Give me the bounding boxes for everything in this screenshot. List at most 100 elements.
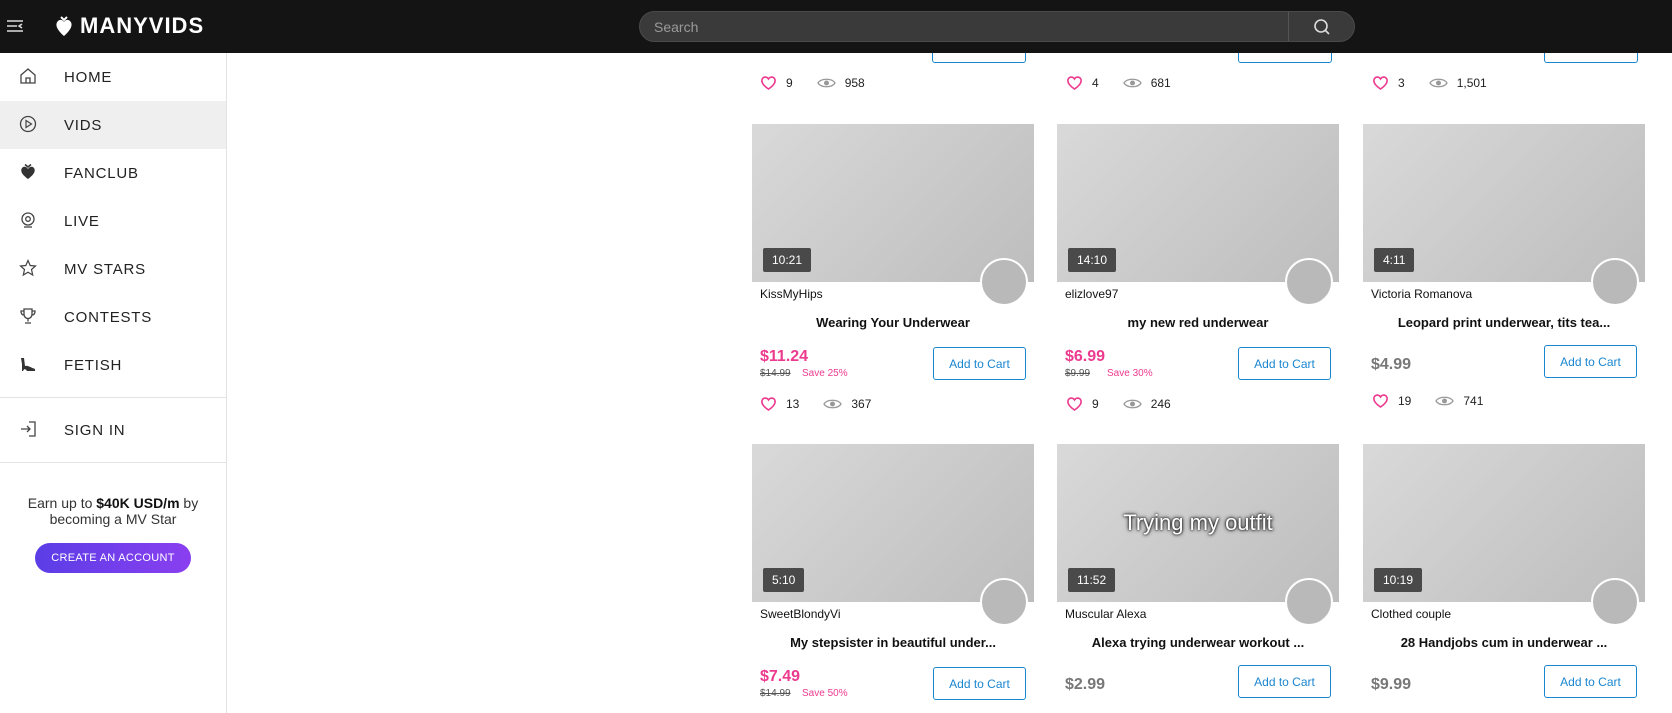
view-count: 367 — [851, 396, 872, 411]
sale-price: $7.49 — [760, 668, 801, 685]
heart-icon[interactable] — [1066, 396, 1083, 411]
heart-icon[interactable] — [760, 396, 777, 411]
promo-amount: $40K USD/m — [96, 495, 180, 511]
sidebar-item-home[interactable]: HOME — [0, 53, 226, 101]
price: $9.99 — [1371, 676, 1412, 693]
add-to-cart-button[interactable]: Add to Cart — [933, 667, 1026, 700]
video-duration: 10:21 — [763, 248, 812, 272]
search-icon — [1313, 18, 1330, 35]
video-card[interactable]: 10:21 KissMyHips Wearing Your Underwear … — [752, 124, 1034, 411]
video-title[interactable]: Leopard print underwear, tits tea... — [1363, 315, 1645, 330]
video-thumbnail[interactable]: Trying my outfit 11:52 — [1057, 444, 1339, 602]
video-thumbnail[interactable]: 10:19 — [1363, 444, 1645, 602]
fanclub-heart-icon — [21, 163, 35, 179]
video-title[interactable]: my new red underwear — [1057, 315, 1339, 330]
video-title[interactable]: Alexa trying underwear workout ... — [1057, 635, 1339, 650]
sidebar-divider — [0, 397, 226, 398]
add-to-cart-button[interactable]: Add to Cart — [1238, 347, 1331, 380]
video-duration: 5:10 — [763, 568, 805, 592]
heart-icon[interactable] — [760, 75, 777, 90]
sidebar-item-live[interactable]: LIVE — [0, 197, 226, 245]
like-count: 3 — [1398, 75, 1405, 90]
video-title[interactable]: Wearing Your Underwear — [752, 315, 1034, 330]
sidebar-item-label: CONTESTS — [64, 308, 153, 326]
creator-avatar[interactable] — [980, 258, 1028, 306]
video-card[interactable]: Trying my outfit 11:52 Muscular Alexa Al… — [1057, 444, 1339, 698]
video-title[interactable]: My stepsister in beautiful under... — [752, 635, 1034, 650]
top-bar: MANYVIDS — [0, 0, 1672, 53]
sidebar-item-label: HOME — [64, 68, 113, 86]
like-count: 13 — [786, 396, 800, 411]
sidebar-item-label: VIDS — [64, 116, 103, 134]
heart-icon[interactable] — [1372, 393, 1389, 408]
brand-name: MANYVIDS — [80, 13, 205, 38]
like-count: 9 — [786, 75, 793, 90]
heart-icon[interactable] — [1066, 75, 1083, 90]
add-to-cart-button-partial[interactable] — [1238, 53, 1332, 63]
eye-icon — [816, 78, 836, 87]
sidebar-item-mv-stars[interactable]: MV STARS — [0, 245, 226, 293]
add-to-cart-button[interactable]: Add to Cart — [933, 347, 1026, 380]
video-duration: 11:52 — [1068, 568, 1116, 592]
creator-name[interactable]: Clothed couple — [1371, 607, 1451, 621]
logo-mark-icon — [56, 16, 72, 36]
creator-avatar[interactable] — [1285, 578, 1333, 626]
video-thumbnail[interactable]: 14:10 — [1057, 124, 1339, 282]
creator-avatar[interactable] — [1591, 578, 1639, 626]
video-title[interactable]: 28 Handjobs cum in underwear ... — [1363, 635, 1645, 650]
sidebar-item-fetish[interactable]: FETISH — [0, 341, 226, 389]
eye-icon — [1122, 78, 1142, 87]
home-icon — [20, 68, 36, 84]
add-to-cart-button-partial[interactable] — [932, 53, 1026, 63]
video-duration: 4:11 — [1374, 248, 1415, 272]
eye-icon — [1122, 399, 1142, 408]
creator-name[interactable]: elizlove97 — [1065, 287, 1118, 301]
discount-label: Save 25% — [802, 368, 848, 379]
eye-icon — [1435, 396, 1455, 405]
creator-avatar[interactable] — [1285, 258, 1333, 306]
creator-promo: Earn up to $40K USD/m by becoming a MV S… — [0, 471, 226, 573]
video-thumbnail[interactable]: 5:10 — [752, 444, 1034, 602]
thumbnail-caption: Trying my outfit — [1123, 510, 1273, 535]
video-thumbnail[interactable]: 10:21 — [752, 124, 1034, 282]
video-card[interactable]: 14:10 elizlove97 my new red underwear $6… — [1057, 124, 1339, 411]
create-account-button[interactable]: CREATE AN ACCOUNT — [35, 543, 191, 573]
video-stats: 19 741 — [1372, 393, 1483, 408]
search-button[interactable] — [1288, 12, 1354, 41]
price: $4.99 — [1371, 356, 1412, 373]
sidebar-item-label: LIVE — [64, 212, 100, 230]
like-count: 19 — [1398, 393, 1412, 408]
video-card[interactable]: 10:19 Clothed couple 28 Handjobs cum in … — [1363, 444, 1645, 698]
creator-name[interactable]: Victoria Romanova — [1371, 287, 1472, 301]
add-to-cart-button[interactable]: Add to Cart — [1544, 665, 1637, 698]
price: $2.99 — [1065, 676, 1106, 693]
sidebar-item-contests[interactable]: CONTESTS — [0, 293, 226, 341]
video-stats: 4 681 — [1066, 75, 1171, 90]
add-to-cart-button[interactable]: Add to Cart — [1544, 345, 1637, 378]
sidebar-item-label: MV STARS — [64, 260, 146, 278]
creator-avatar[interactable] — [980, 578, 1028, 626]
view-count: 741 — [1463, 393, 1484, 408]
sign-in-button[interactable]: SIGN IN — [0, 406, 226, 454]
heart-icon[interactable] — [1372, 75, 1389, 90]
view-count: 958 — [844, 75, 865, 90]
trophy-icon — [20, 308, 36, 324]
add-to-cart-button-partial[interactable] — [1544, 53, 1638, 63]
add-to-cart-button[interactable]: Add to Cart — [1238, 665, 1331, 698]
brand-logo[interactable]: MANYVIDS — [54, 13, 204, 39]
search-input[interactable] — [640, 12, 1288, 41]
creator-name[interactable]: Muscular Alexa — [1065, 607, 1146, 621]
creator-name[interactable]: SweetBlondyVi — [760, 607, 841, 621]
sign-in-icon — [21, 421, 36, 437]
sidebar-item-fanclub[interactable]: FANCLUB — [0, 149, 226, 197]
view-count: 246 — [1150, 396, 1171, 411]
video-duration: 14:10 — [1068, 248, 1117, 272]
video-card[interactable]: 4:11 Victoria Romanova Leopard print und… — [1363, 124, 1645, 408]
video-card[interactable]: 5:10 SweetBlondyVi My stepsister in beau… — [752, 444, 1034, 700]
sidebar-item-vids[interactable]: VIDS — [0, 101, 226, 149]
discount-label: Save 30% — [1107, 368, 1153, 379]
creator-name[interactable]: KissMyHips — [760, 287, 823, 301]
creator-avatar[interactable] — [1591, 258, 1639, 306]
menu-toggle-icon[interactable] — [6, 17, 24, 35]
video-thumbnail[interactable]: 4:11 — [1363, 124, 1645, 282]
